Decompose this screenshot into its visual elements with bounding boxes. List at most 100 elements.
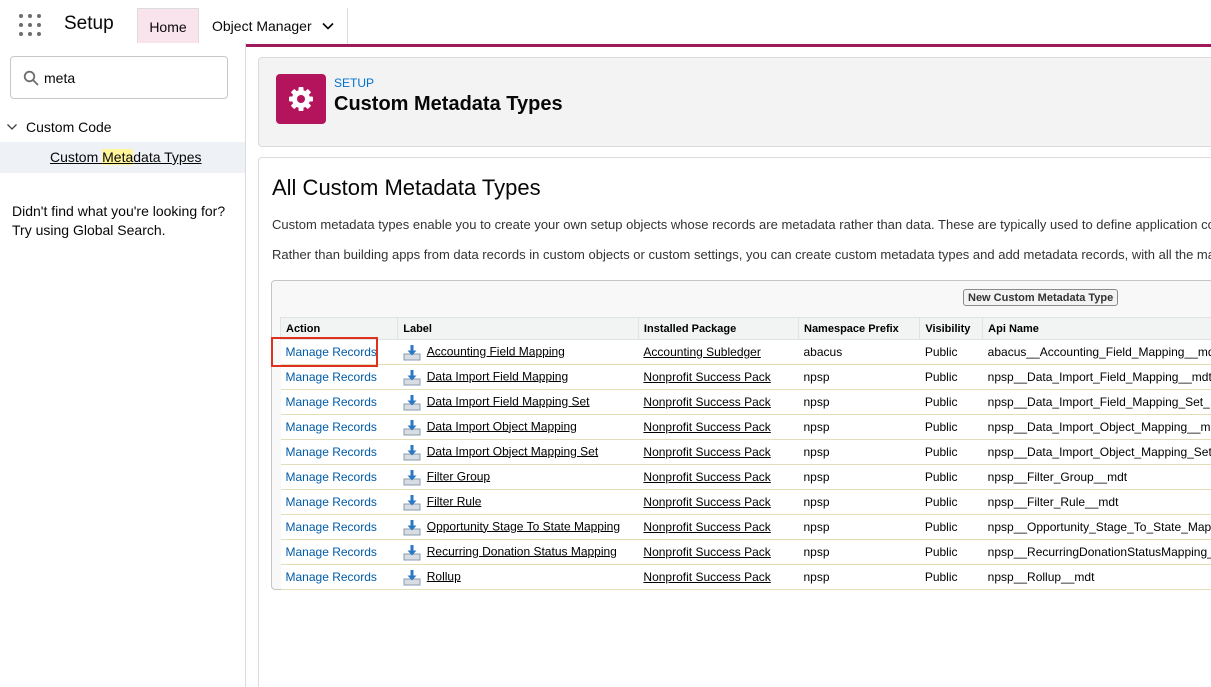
download-icon[interactable] xyxy=(403,494,421,511)
installed-package-link[interactable]: Nonprofit Success Pack xyxy=(643,370,770,384)
label-cell: Data Import Object Mapping xyxy=(397,414,639,440)
gear-icon xyxy=(276,74,326,124)
installed-package-link[interactable]: Nonprofit Success Pack xyxy=(643,470,770,484)
package-cell: Nonprofit Success Pack xyxy=(638,514,799,540)
type-label-link[interactable]: Filter Group xyxy=(427,469,490,483)
type-label-link[interactable]: Opportunity Stage To State Mapping xyxy=(427,519,620,533)
download-icon[interactable] xyxy=(403,569,421,586)
table-row: Manage Records Data Import Field Mapping N… xyxy=(280,364,1211,390)
download-icon[interactable] xyxy=(403,369,421,386)
app-launcher-icon[interactable] xyxy=(19,14,41,36)
label-cell: Filter Group xyxy=(397,464,639,490)
tab-object-manager[interactable]: Object Manager xyxy=(200,8,348,44)
installed-package-link[interactable]: Nonprofit Success Pack xyxy=(643,420,770,434)
global-header: Setup Home Object Manager xyxy=(0,0,1211,47)
api-name-cell: npsp__Filter_Group__mdt xyxy=(982,464,1211,490)
installed-package-link[interactable]: Nonprofit Success Pack xyxy=(643,445,770,459)
visibility-cell: Public xyxy=(919,389,983,415)
tree-group-custom-code[interactable]: Custom Code xyxy=(6,119,112,135)
label-cell: Opportunity Stage To State Mapping xyxy=(397,514,639,540)
download-icon[interactable] xyxy=(403,519,421,536)
api-name-cell: npsp__Filter_Rule__mdt xyxy=(982,489,1211,515)
label-cell: Recurring Donation Status Mapping xyxy=(397,539,639,565)
quick-find-box xyxy=(10,56,228,99)
installed-package-link[interactable]: Nonprofit Success Pack xyxy=(643,545,770,559)
table-row: Manage Records Filter Group Nonprofit Succ… xyxy=(280,464,1211,490)
tree-item-text: Custom xyxy=(50,149,103,165)
type-label-link[interactable]: Filter Rule xyxy=(427,494,482,508)
type-label-link[interactable]: Data Import Field Mapping Set xyxy=(427,394,590,408)
manage-records-link[interactable]: Manage Records xyxy=(286,495,377,509)
page-title: Custom Metadata Types xyxy=(334,93,563,115)
installed-package-link[interactable]: Nonprofit Success Pack xyxy=(643,495,770,509)
new-custom-metadata-type-button[interactable]: New Custom Metadata Type xyxy=(963,289,1119,306)
type-label-link[interactable]: Rollup xyxy=(427,569,461,583)
namespace-prefix-cell: npsp xyxy=(798,514,920,540)
visibility-cell: Public xyxy=(919,564,983,590)
download-icon[interactable] xyxy=(403,544,421,561)
label-cell: Data Import Field Mapping Set xyxy=(397,389,639,415)
visibility-cell: Public xyxy=(919,439,983,465)
type-label-link[interactable]: Data Import Field Mapping xyxy=(427,369,568,383)
installed-package-link[interactable]: Nonprofit Success Pack xyxy=(643,520,770,534)
column-header-package: Installed Package xyxy=(637,317,800,340)
type-label-link[interactable]: Recurring Donation Status Mapping xyxy=(427,544,617,558)
table-row: Manage Records Recurring Donation Status … xyxy=(280,539,1211,565)
not-found-line: Try using Global Search. xyxy=(12,222,166,238)
visibility-cell: Public xyxy=(919,364,983,390)
installed-package-link[interactable]: Nonprofit Success Pack xyxy=(643,570,770,584)
manage-records-link[interactable]: Manage Records xyxy=(286,545,377,559)
visibility-cell: Public xyxy=(919,514,983,540)
column-header-label: Label xyxy=(397,317,639,340)
manage-records-link[interactable]: Manage Records xyxy=(286,395,377,409)
annotation-highlight-box xyxy=(271,337,378,367)
package-cell: Nonprofit Success Pack xyxy=(638,414,799,440)
search-match-highlight: Meta xyxy=(102,149,134,165)
api-name-cell: npsp__Data_Import_Field_Mapping__mdt xyxy=(982,364,1211,390)
package-cell: Nonprofit Success Pack xyxy=(638,389,799,415)
tree-item-link[interactable]: Custom Metadata Types xyxy=(50,149,202,165)
manage-records-link[interactable]: Manage Records xyxy=(286,570,377,584)
table-row: Manage Records Filter Rule Nonprofit Succe… xyxy=(280,489,1211,515)
download-icon[interactable] xyxy=(403,419,421,436)
manage-records-link[interactable]: Manage Records xyxy=(286,420,377,434)
type-label-link[interactable]: Accounting Field Mapping xyxy=(427,344,565,358)
type-label-link[interactable]: Data Import Object Mapping Set xyxy=(427,444,598,458)
quick-find-input[interactable] xyxy=(44,67,214,89)
app-name: Setup xyxy=(64,13,114,34)
namespace-prefix-cell: npsp xyxy=(798,414,920,440)
type-label-link[interactable]: Data Import Object Mapping xyxy=(427,419,577,433)
visibility-cell: Public xyxy=(919,539,983,565)
tab-home[interactable]: Home xyxy=(137,8,199,44)
manage-records-link[interactable]: Manage Records xyxy=(286,520,377,534)
manage-records-link[interactable]: Manage Records xyxy=(286,370,377,384)
download-icon[interactable] xyxy=(403,469,421,486)
package-cell: Nonprofit Success Pack xyxy=(638,564,799,590)
search-icon xyxy=(23,70,39,86)
download-icon[interactable] xyxy=(403,444,421,461)
namespace-prefix-cell: abacus xyxy=(798,339,920,365)
action-cell: Manage Records xyxy=(280,539,398,565)
chevron-down-icon[interactable] xyxy=(6,121,18,133)
action-cell: Manage Records xyxy=(280,514,398,540)
api-name-cell: npsp__Data_Import_Object_Mapping__m xyxy=(982,414,1211,440)
package-cell: Nonprofit Success Pack xyxy=(638,489,799,515)
table-row: Manage Records Data Import Object Mapping… xyxy=(280,439,1211,465)
table-row: Manage Records Data Import Object Mapping… xyxy=(280,414,1211,440)
manage-records-link[interactable]: Manage Records xyxy=(286,445,377,459)
column-header-api-name: Api Name xyxy=(982,317,1211,340)
installed-package-link[interactable]: Nonprofit Success Pack xyxy=(643,395,770,409)
download-icon[interactable] xyxy=(403,394,421,411)
breadcrumb: SETUP xyxy=(334,76,375,90)
tree-group-label: Custom Code xyxy=(26,119,112,135)
installed-package-link[interactable]: Accounting Subledger xyxy=(643,345,760,359)
chevron-down-icon[interactable] xyxy=(321,19,335,33)
visibility-cell: Public xyxy=(919,464,983,490)
download-icon[interactable] xyxy=(403,344,421,361)
label-cell: Filter Rule xyxy=(397,489,639,515)
tree-item-custom-metadata-types[interactable]: Custom Metadata Types xyxy=(0,142,245,173)
manage-records-link[interactable]: Manage Records xyxy=(286,470,377,484)
namespace-prefix-cell: npsp xyxy=(798,564,920,590)
metadata-types-list: New Custom Metadata Type Action Label In… xyxy=(271,280,1211,590)
action-cell: Manage Records xyxy=(280,489,398,515)
